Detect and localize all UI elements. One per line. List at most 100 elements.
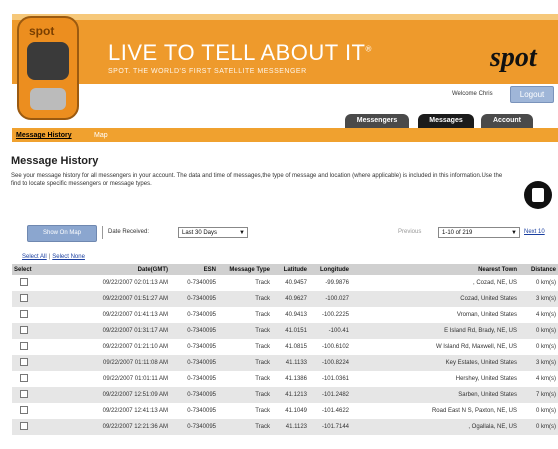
- table-cell: 0 km(s): [519, 419, 558, 435]
- show-on-map-button[interactable]: Show On Map: [27, 225, 97, 242]
- tab-account[interactable]: Account: [481, 114, 533, 128]
- next-link[interactable]: Next 10: [524, 229, 545, 235]
- select-cell: [12, 291, 38, 307]
- tab-messages[interactable]: Messages: [418, 114, 474, 128]
- row-checkbox[interactable]: [20, 294, 28, 302]
- row-checkbox[interactable]: [20, 390, 28, 398]
- table-cell: 41.1049: [285, 408, 307, 414]
- table-cell: -99.9876: [325, 280, 349, 286]
- table-cell: 7 km(s): [519, 387, 558, 403]
- tab-messengers[interactable]: Messengers: [345, 114, 409, 128]
- table-row[interactable]: 09/22/2007 01:31:17 AM 0-7340095 Track 41.0…: [12, 323, 558, 339]
- selection-links: Select All | Select None: [22, 254, 85, 260]
- column-header[interactable]: ESN: [170, 264, 218, 275]
- table-cell: 09/22/2007 01:51:27 AM: [38, 291, 170, 307]
- headline: LIVE TO TELL ABOUT IT®: [108, 40, 372, 66]
- table-row[interactable]: 09/22/2007 01:51:27 AM 0-7340095 Track 40.9…: [12, 291, 558, 307]
- table-cell: Hershey, United States: [455, 376, 517, 382]
- select-all-link[interactable]: Select All: [22, 254, 47, 260]
- select-cell: [12, 275, 38, 291]
- table-cell: 09/22/2007 01:01:11 AM: [103, 376, 168, 382]
- table-cell: -100.027: [309, 291, 351, 307]
- select-cell: [12, 387, 38, 403]
- table-cell: 09/22/2007 01:11:08 AM: [38, 355, 170, 371]
- table-cell: Vroman, United States: [456, 312, 517, 318]
- banner-highlight: [12, 14, 558, 20]
- table-cell: 40.9627: [272, 291, 309, 307]
- table-cell: 0-7340095: [187, 344, 216, 350]
- table-row[interactable]: 09/22/2007 01:01:11 AM 0-7340095 Track 41.1…: [12, 371, 558, 387]
- table-cell: 41.1133: [272, 355, 309, 371]
- table-row[interactable]: 09/22/2007 01:41:13 AM 0-7340095 Track 40.9…: [12, 307, 558, 323]
- page-description: See your message history for all messeng…: [11, 173, 503, 187]
- row-checkbox[interactable]: [20, 374, 28, 382]
- headline-text: LIVE TO TELL ABOUT IT: [108, 40, 366, 65]
- column-header[interactable]: Select: [12, 264, 38, 275]
- row-checkbox[interactable]: [20, 422, 28, 430]
- table-cell: Track: [255, 280, 270, 286]
- row-checkbox[interactable]: [20, 406, 28, 414]
- spot-logo[interactable]: spot: [490, 42, 537, 74]
- table-cell: 40.9457: [285, 280, 307, 286]
- column-header[interactable]: Message Type: [218, 264, 272, 275]
- row-checkbox[interactable]: [20, 326, 28, 334]
- table-cell: 09/22/2007 01:31:17 AM: [38, 323, 170, 339]
- table-cell: , Ogallala, NE, US: [351, 419, 519, 435]
- column-header[interactable]: Nearest Town: [351, 264, 519, 275]
- row-checkbox[interactable]: [20, 358, 28, 366]
- table-cell: 0-7340095: [170, 355, 218, 371]
- date-range-select[interactable]: Last 30 Days ▼: [178, 227, 248, 238]
- column-header[interactable]: Distance: [519, 264, 558, 275]
- chevron-down-icon: ▼: [239, 230, 245, 236]
- table-cell: W Island Rd, Maxwell, NE, US: [435, 344, 517, 350]
- table-row[interactable]: 09/22/2007 01:11:08 AM 0-7340095 Track 41.1…: [12, 355, 558, 371]
- select-cell: [12, 371, 38, 387]
- table-cell: 09/22/2007 12:21:36 AM: [38, 419, 170, 435]
- table-cell: -101.4622: [321, 408, 349, 414]
- table-cell: Road East N S, Paxton, NE, US: [431, 408, 517, 414]
- table-cell: Track: [218, 387, 272, 403]
- chevron-down-icon: ▼: [511, 230, 517, 236]
- row-checkbox[interactable]: [20, 342, 28, 350]
- column-header[interactable]: Latitude: [272, 264, 309, 275]
- table-cell: 41.1386: [285, 376, 307, 382]
- help-icon[interactable]: [524, 181, 552, 209]
- table-cell: 0-7340095: [170, 323, 218, 339]
- table-cell: 0-7340095: [187, 312, 216, 318]
- page-select[interactable]: 1-10 of 219 ▼: [438, 227, 520, 238]
- select-none-link[interactable]: Select None: [52, 254, 85, 260]
- table-header-row: Select Date(GMT) ESN Message Type Latitude Lo…: [12, 264, 558, 275]
- column-header[interactable]: Longitude: [309, 264, 351, 275]
- table-cell: Cozad, United States: [351, 291, 519, 307]
- subnav-map[interactable]: Map: [94, 132, 108, 139]
- column-header[interactable]: Date(GMT): [38, 264, 170, 275]
- page-title: Message History: [11, 155, 99, 167]
- table-row[interactable]: 09/22/2007 12:51:09 AM 0-7340095 Track 41.1…: [12, 387, 558, 403]
- row-checkbox[interactable]: [20, 310, 28, 318]
- table-cell: 0 km(s): [536, 408, 556, 414]
- welcome-text: Welcome Chris: [452, 91, 493, 97]
- table-cell: 09/22/2007 01:21:10 AM: [102, 344, 168, 350]
- table-cell: 4 km(s): [536, 312, 556, 318]
- select-cell: [12, 419, 38, 435]
- table-cell: Track: [218, 323, 272, 339]
- table-row[interactable]: 09/22/2007 12:21:36 AM 0-7340095 Track 41.1…: [12, 419, 558, 435]
- table-row[interactable]: 09/22/2007 02:01:13 AM 0-7340095 Track 40.9…: [12, 275, 558, 291]
- table-body: 09/22/2007 02:01:13 AM 0-7340095 Track 40.9…: [12, 275, 558, 435]
- select-cell: [12, 307, 38, 323]
- table-cell: E Island Rd, Brady, NE, US: [351, 323, 519, 339]
- table-row[interactable]: 09/22/2007 12:41:13 AM 0-7340095 Track 41.1…: [12, 403, 558, 419]
- row-checkbox[interactable]: [20, 278, 28, 286]
- table-row[interactable]: 09/22/2007 01:21:10 AM 0-7340095 Track 41.0…: [12, 339, 558, 355]
- table-cell: -101.0361: [321, 376, 349, 382]
- table-cell: -101.2482: [309, 387, 351, 403]
- subnav-message-history[interactable]: Message History: [16, 132, 72, 139]
- table-cell: , Cozad, NE, US: [472, 280, 517, 286]
- table-cell: -100.8224: [309, 355, 351, 371]
- spot-device-image: spot: [17, 16, 79, 120]
- table-cell: 0 km(s): [536, 344, 556, 350]
- previous-link: Previous: [398, 229, 422, 235]
- logout-button[interactable]: Logout: [510, 86, 554, 103]
- date-received-label: Date Received:: [108, 229, 150, 235]
- table-cell: Track: [218, 419, 272, 435]
